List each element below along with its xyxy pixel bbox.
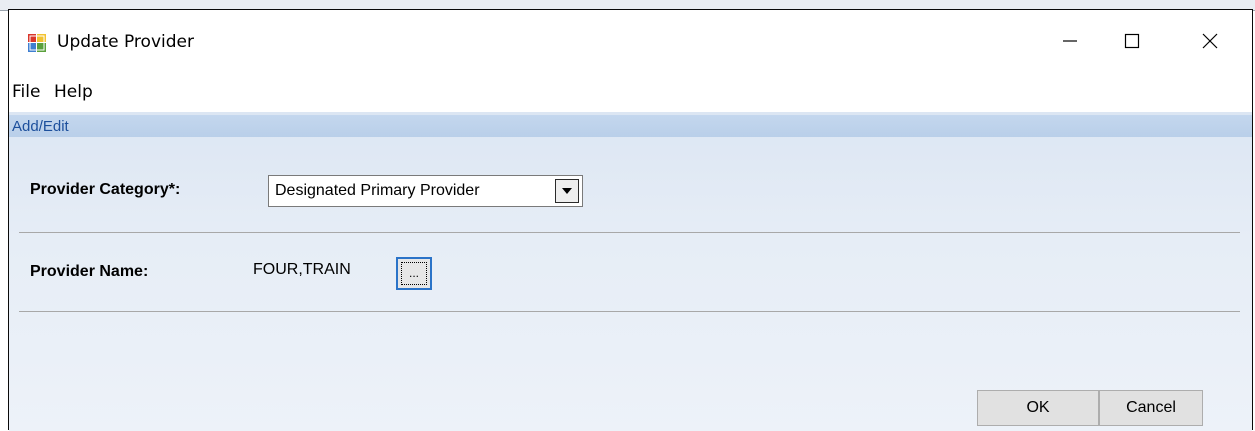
provider-category-select[interactable]: Designated Primary Provider xyxy=(268,175,583,207)
divider xyxy=(19,311,1240,312)
menu-file[interactable]: File xyxy=(12,82,40,102)
browse-label: ... xyxy=(401,262,427,285)
cancel-button[interactable]: Cancel xyxy=(1099,390,1203,426)
divider xyxy=(19,232,1240,233)
provider-name-label: Provider Name: xyxy=(30,263,149,280)
close-icon xyxy=(1202,33,1218,49)
browse-provider-button[interactable]: ... xyxy=(396,257,432,290)
maximize-button[interactable] xyxy=(1103,10,1161,72)
title-bar: Update Provider xyxy=(9,10,1252,72)
maximize-icon xyxy=(1124,33,1140,49)
add-edit-panel: Add/Edit xyxy=(9,112,1252,431)
menu-help[interactable]: Help xyxy=(54,82,93,102)
app-window-icon xyxy=(28,34,46,52)
ok-button[interactable]: OK xyxy=(977,390,1099,426)
provider-category-value: Designated Primary Provider xyxy=(275,182,480,199)
menu-bar: File Help xyxy=(9,72,1252,112)
minimize-icon xyxy=(1063,40,1077,42)
update-provider-window: Update Provider File Help Add/Edit Provi… xyxy=(8,9,1253,431)
provider-category-label: Provider Category*: xyxy=(30,181,181,198)
close-button[interactable] xyxy=(1181,10,1239,72)
dropdown-button[interactable] xyxy=(555,179,579,203)
panel-header-label: Add/Edit xyxy=(12,118,69,135)
panel-header: Add/Edit xyxy=(9,115,1252,137)
provider-name-value: FOUR,TRAIN xyxy=(253,261,351,278)
window-title: Update Provider xyxy=(57,32,194,52)
minimize-button[interactable] xyxy=(1041,10,1099,72)
chevron-down-icon xyxy=(562,188,572,194)
